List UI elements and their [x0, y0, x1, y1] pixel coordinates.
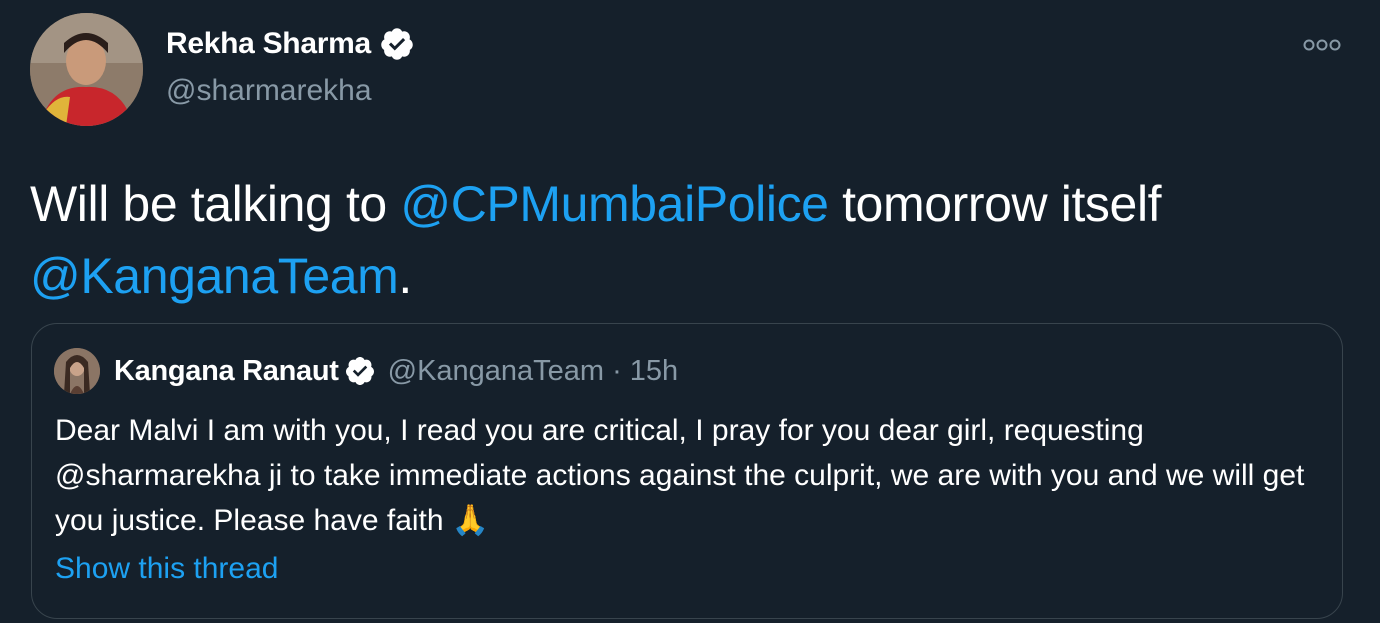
- author-avatar[interactable]: [30, 13, 143, 126]
- quoted-tweet-header: Kangana Ranaut @KanganaTeam · 15h: [54, 348, 678, 394]
- mention-link[interactable]: @KanganaTeam: [30, 248, 399, 304]
- mention-link[interactable]: @CPMumbaiPolice: [400, 176, 829, 232]
- tweet-text-part: .: [398, 248, 412, 304]
- quoted-tweet-text: Dear Malvi I am with you, I read you are…: [55, 408, 1325, 543]
- quoted-tweet-time[interactable]: 15h: [630, 355, 678, 388]
- quoted-author-name[interactable]: Kangana Ranaut: [114, 355, 339, 388]
- separator-dot: ·: [612, 354, 622, 387]
- more-options-icon[interactable]: [1302, 36, 1342, 54]
- author-name[interactable]: Rekha Sharma: [166, 27, 371, 61]
- tweet-text: Will be talking to @CPMumbaiPolice tomor…: [30, 168, 1350, 312]
- tweet: Rekha Sharma @sharmarekha Will be talkin…: [0, 0, 1380, 623]
- verified-badge-icon: [381, 28, 413, 60]
- quoted-tweet-body: Dear Malvi I am with you, I read you are…: [55, 414, 1305, 537]
- folded-hands-emoji: 🙏: [451, 504, 490, 537]
- verified-badge-icon: [345, 357, 374, 385]
- tweet-text-part: tomorrow itself: [828, 176, 1162, 232]
- quoted-author-handle[interactable]: @KanganaTeam: [388, 355, 604, 388]
- quoted-author-avatar[interactable]: [54, 348, 100, 394]
- author-name-row: Rekha Sharma: [166, 26, 415, 62]
- show-thread-link[interactable]: Show this thread: [55, 552, 278, 586]
- quoted-tweet[interactable]: Kangana Ranaut @KanganaTeam · 15h Dear M…: [31, 323, 1343, 619]
- tweet-text-part: Will be talking to: [30, 176, 401, 232]
- author-handle[interactable]: @sharmarekha: [166, 74, 372, 108]
